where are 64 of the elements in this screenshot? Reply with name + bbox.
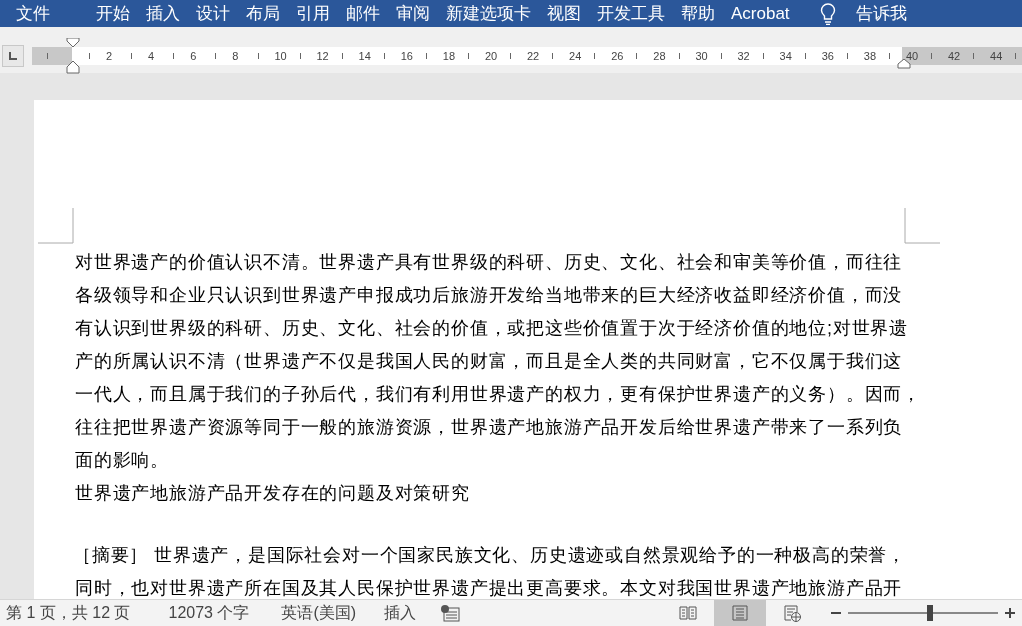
ruler-number: 2 — [106, 49, 113, 64]
ribbon-tab[interactable]: 新建选项卡 — [438, 0, 539, 27]
body-text-line: 一代人，而且属于我们的子孙后代，我们有利用世界遗产的权力，更有保护世界遗产的义务）。因而， — [75, 383, 921, 406]
ribbon-tab[interactable]: 插入 — [138, 0, 188, 27]
ribbon-tab[interactable]: Acrobat — [723, 0, 798, 27]
body-text-line: 往往把世界遗产资源等同于一般的旅游资源，世界遗产地旅游产品开发后给世界遗产带来了一系列负 — [75, 416, 904, 439]
body-text-line: 各级领导和企业只认识到世界遗产申报成功后旅游开发给当地带来的巨大经济收益即经济价值，而没 — [75, 284, 904, 307]
ruler-number: 14 — [358, 49, 371, 64]
ruler-number: 22 — [527, 49, 540, 64]
tell-me-search[interactable]: 告诉我 — [855, 0, 907, 27]
body-text-line: 面的影响。 — [75, 449, 170, 472]
ruler-number: 26 — [611, 49, 624, 64]
document-heading: 世界遗产地旅游产品开发存在的问题及对策研究 — [75, 482, 471, 505]
zoom-slider[interactable] — [848, 605, 998, 621]
ruler-number: 44 — [990, 49, 1003, 64]
ribbon-tab[interactable]: 邮件 — [338, 0, 388, 27]
right-indent-marker[interactable] — [897, 59, 911, 69]
word-count[interactable]: 12073 个字 — [168, 601, 250, 625]
read-view-icon — [678, 604, 698, 622]
ruler-number: 32 — [737, 49, 750, 64]
tab-stop-icon — [8, 52, 18, 60]
ruler-number: 18 — [442, 49, 456, 64]
ribbon-tab[interactable]: 设计 — [188, 0, 238, 27]
ruler-number: 30 — [695, 49, 708, 64]
ruler-number: 6 — [190, 49, 197, 64]
ruler-number: 16 — [400, 49, 413, 64]
ruler-number: 28 — [653, 49, 666, 64]
margin-corner-mark — [904, 208, 940, 244]
page-count[interactable]: 第 1 页，共 12 页 — [6, 601, 131, 625]
ruler-number: 4 — [148, 49, 155, 64]
tab-stop-selector[interactable] — [2, 45, 24, 67]
zoom-slider-thumb[interactable] — [927, 605, 934, 621]
ruler-number: 12 — [316, 49, 329, 64]
ruler-number: 34 — [779, 49, 792, 64]
ruler-number: 40 — [905, 49, 919, 64]
zoom-in-icon[interactable] — [1004, 607, 1016, 619]
ribbon-tab[interactable]: 帮助 — [673, 0, 723, 27]
ruler-number: 38 — [863, 49, 877, 64]
body-text-line: 有认识到世界级的科研、历史、文化、社会的价值，或把这些价值置于次于经济价值的地位;对世界遗 — [75, 317, 909, 340]
abstract-text-line: 同时，也对世界遗产所在国及其人民保护世界遗产提出更高要求。本文对我国世界遗产地旅游产品开 — [75, 577, 904, 600]
ribbon-tab[interactable]: 开发工具 — [589, 0, 673, 27]
ruler-number: 36 — [821, 49, 834, 64]
ruler-number: 10 — [274, 49, 287, 64]
ribbon-tab[interactable]: 视图 — [539, 0, 589, 27]
macro-icon[interactable] — [440, 604, 461, 622]
ruler-number: 24 — [569, 49, 582, 64]
ruler-number: 20 — [484, 49, 498, 64]
indent-marker[interactable] — [66, 38, 80, 74]
ribbon-tab[interactable]: 布局 — [238, 0, 288, 27]
web-view-icon — [782, 604, 802, 622]
ruler-number: 8 — [232, 49, 239, 64]
margin-corner-mark — [38, 208, 74, 244]
abstract-text-line: ［摘要］ 世界遗产，是国际社会对一个国家民族文化、历史遗迹或自然景观给予的一种极高的荣誉， — [73, 544, 907, 567]
ribbon-tab[interactable]: 开始 — [88, 0, 138, 27]
print-view-icon — [730, 604, 750, 622]
lightbulb-icon[interactable] — [819, 2, 836, 25]
body-text-line: 对世界遗产的价值认识不清。世界遗产具有世界级的科研、历史、文化、社会和审美等价值，而往往 — [75, 251, 904, 274]
body-text-line: 产的所属认识不清（世界遗产不仅是我国人民的财富，而且是全人类的共同财富，它不仅属于我们这 — [75, 350, 904, 373]
ribbon-tab[interactable]: 审阅 — [388, 0, 438, 27]
insert-mode-indicator[interactable]: 插入 — [384, 601, 417, 625]
ribbon-tab[interactable]: 文件 — [8, 0, 58, 27]
ruler-number: 42 — [948, 49, 961, 64]
ribbon-tab[interactable]: 引用 — [288, 0, 338, 27]
language-indicator[interactable]: 英语(美国) — [281, 601, 357, 625]
